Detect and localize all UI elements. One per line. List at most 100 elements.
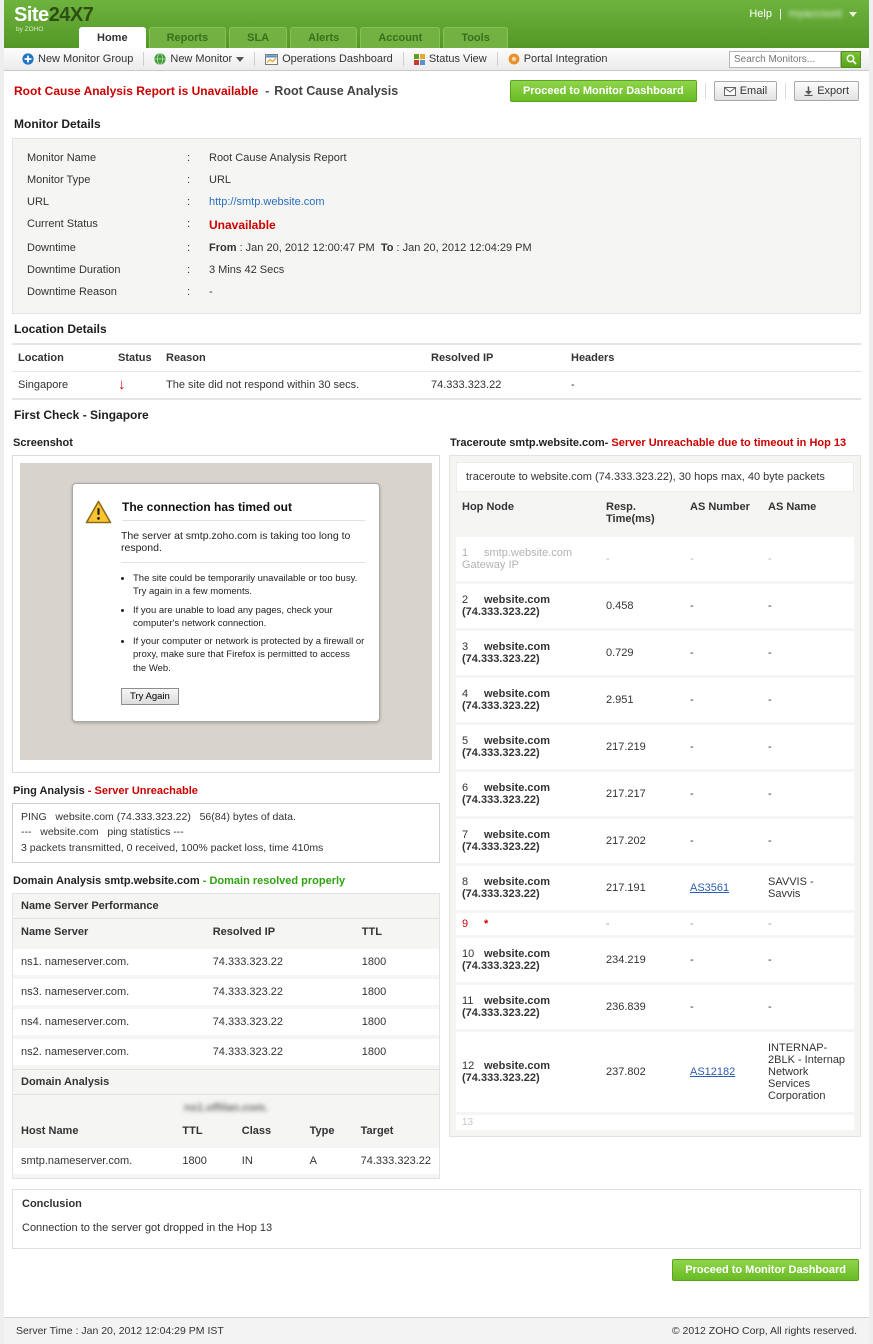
proceed-to-dashboard-button-bottom[interactable]: Proceed to Monitor Dashboard (672, 1259, 859, 1281)
dialog-bullet-list: The site could be temporarily unavailabl… (133, 572, 365, 675)
cell-as-name: - (762, 771, 854, 818)
column-header-type: Type (302, 1118, 353, 1146)
first-check-heading: First Check - Singapore (12, 400, 861, 429)
tab-reports[interactable]: Reports (149, 27, 227, 48)
proceed-to-dashboard-button[interactable]: Proceed to Monitor Dashboard (510, 80, 697, 102)
cell-as-number: - (684, 818, 762, 865)
cell-as-number: - (684, 677, 762, 724)
domain-status: Domain resolved properly (209, 875, 345, 887)
operations-dashboard-button[interactable]: Operations Dashboard (255, 53, 403, 65)
new-monitor-group-button[interactable]: New Monitor Group (12, 53, 143, 65)
downtime-to-value: : Jan 20, 2012 12:04:29 PM (397, 242, 532, 254)
cell-class: IN (234, 1146, 302, 1176)
tab-home[interactable]: Home (79, 27, 146, 48)
downtime-to-label: To (381, 242, 394, 254)
cell-as-number: - (684, 771, 762, 818)
tab-alerts[interactable]: Alerts (290, 27, 357, 48)
cell-headers: - (565, 372, 861, 399)
status-view-button[interactable]: Status View (404, 53, 497, 65)
traceroute-panel: traceroute to website.com (74.333.323.22… (449, 455, 861, 1137)
hop-number: 10 (462, 948, 484, 960)
table-row: 9* - - - (456, 912, 854, 937)
colon: : (187, 196, 209, 208)
new-monitor-label: New Monitor (170, 53, 232, 65)
export-button[interactable]: Export (794, 81, 859, 101)
title-separator: - (265, 84, 269, 98)
table-row: 6website.com (74.333.323.22) 217.217 - - (456, 771, 854, 818)
user-menu[interactable]: myaccount (789, 8, 842, 20)
as-number-link[interactable]: AS12182 (690, 1066, 735, 1078)
email-button[interactable]: Email (714, 81, 778, 101)
actions-separator (785, 83, 786, 99)
right-column: Traceroute smtp.website.com- Server Unre… (449, 431, 861, 1137)
search-button[interactable] (841, 51, 861, 68)
header-divider: | (779, 8, 782, 20)
table-row: 5website.com (74.333.323.22) 217.219 - - (456, 724, 854, 771)
server-time: Server Time : Jan 20, 2012 12:04:29 PM I… (16, 1325, 224, 1337)
url-row: URL : http://smtp.website.com (27, 191, 846, 213)
cell-ttl: 1800 (354, 1037, 439, 1067)
cell-resp-time: 2.951 (600, 677, 684, 724)
export-download-icon (804, 86, 813, 96)
column-header-hop-node: Hop Node (456, 492, 600, 536)
table-row: 1smtp.website.com Gateway IP - - - (456, 536, 854, 583)
field-label: Monitor Name (27, 152, 187, 164)
tab-account[interactable]: Account (360, 27, 440, 48)
tab-tools[interactable]: Tools (443, 27, 508, 48)
ping-line: --- website.com ping statistics --- (21, 825, 431, 840)
hop-number: 4 (462, 688, 484, 700)
hop-number: 13 (462, 1117, 484, 1128)
table-row: ns2. nameserver.com. 74.333.323.22 1800 (13, 1037, 439, 1067)
search-input[interactable] (729, 51, 841, 68)
conclusion-heading: Conclusion (13, 1190, 860, 1214)
status-grid-icon (414, 54, 425, 65)
colon: : (187, 152, 209, 164)
left-column: Screenshot The connection has timed out (12, 431, 440, 1179)
monitor-type-value: URL (209, 174, 231, 186)
name-server-performance-heading: Name Server Performance (13, 894, 439, 919)
table-row: 13 (456, 1114, 854, 1131)
chevron-down-icon[interactable] (849, 12, 857, 17)
portal-integration-button[interactable]: Portal Integration (498, 53, 618, 65)
column-header-location: Location (12, 344, 112, 372)
monitor-details-panel: Monitor Name : Root Cause Analysis Repor… (12, 138, 861, 314)
colon: : (187, 242, 209, 254)
cell-resp-time: - (600, 912, 684, 937)
table-row: Singapore ↓ The site did not respond wit… (12, 372, 861, 399)
browser-screenshot: The connection has timed out The server … (20, 463, 432, 760)
main-content: Monitor Details Monitor Name : Root Caus… (4, 109, 869, 1317)
dialog-bullet: If your computer or network is protected… (133, 635, 365, 675)
downtime-row: Downtime : From : Jan 20, 2012 12:00:47 … (27, 237, 846, 259)
domain-analysis-sub-heading: Domain Analysis (13, 1069, 439, 1095)
cell-as-number: - (684, 630, 762, 677)
cell-resolved-ip: 74.333.323.22 (425, 372, 565, 399)
cell-as-number: - (684, 536, 762, 583)
column-header-ttl: TTL (354, 919, 439, 947)
email-button-label: Email (740, 85, 768, 97)
cell-as-number: - (684, 583, 762, 630)
column-header-resolved-ip: Resolved IP (205, 919, 354, 947)
dashboard-icon (265, 54, 278, 65)
table-row: ns1. nameserver.com. 74.333.323.22 1800 (13, 947, 439, 977)
try-again-button[interactable]: Try Again (121, 688, 179, 705)
traceroute-summary: traceroute to website.com (74.333.323.22… (456, 462, 854, 492)
new-monitor-button[interactable]: New Monitor (144, 53, 254, 65)
ping-status: Server Unreachable (95, 785, 198, 797)
tab-sla[interactable]: SLA (229, 27, 287, 48)
cell-as-name: - (762, 630, 854, 677)
dialog-subtitle: The server at smtp.zoho.com is taking to… (121, 524, 365, 563)
help-link[interactable]: Help (749, 8, 772, 20)
add-circle-icon (22, 53, 34, 65)
copyright: © 2012 ZOHO Corp, All rights reserved. (672, 1325, 857, 1337)
export-button-label: Export (817, 85, 849, 97)
as-number-link[interactable]: AS3561 (690, 882, 729, 894)
cell-ttl: 1800 (174, 1146, 233, 1176)
report-title-bar: Root Cause Analysis Report is Unavailabl… (4, 71, 869, 109)
ping-heading-text: Ping Analysis (13, 785, 85, 797)
cell-location: Singapore (12, 372, 112, 399)
field-label: Downtime (27, 242, 187, 254)
column-header-name-server: Name Server (13, 919, 205, 947)
monitor-url-link[interactable]: http://smtp.website.com (209, 196, 325, 208)
cell-as-name: - (762, 818, 854, 865)
traceroute-heading: Traceroute smtp.website.com- Server Unre… (449, 431, 861, 455)
